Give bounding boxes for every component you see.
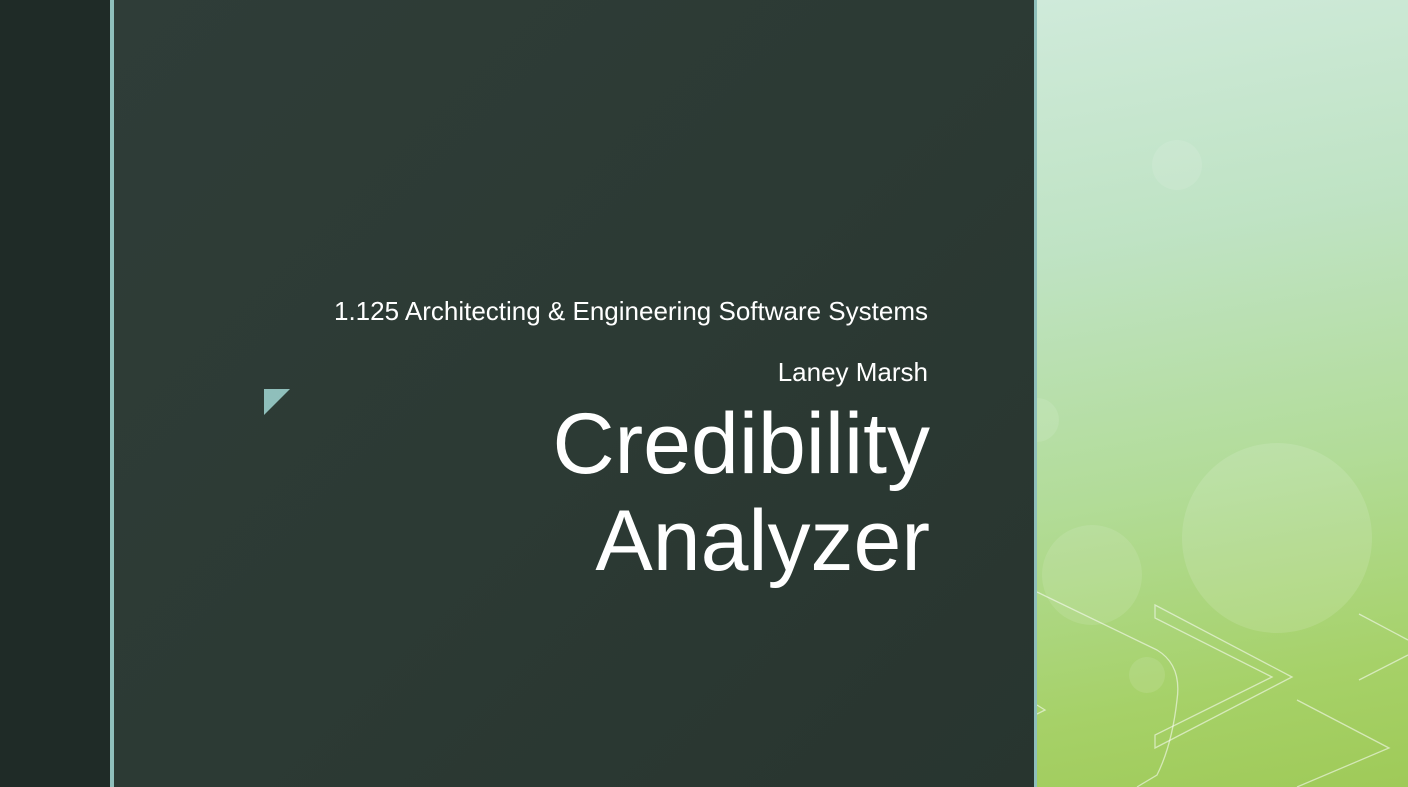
left-dark-strip <box>0 0 110 787</box>
slide: 1.125 Architecting & Engineering Softwar… <box>0 0 1408 787</box>
course-subtitle: 1.125 Architecting & Engineering Softwar… <box>334 296 928 326</box>
slide-title: Credibility Analyzer <box>410 396 930 590</box>
slide-title-line-2: Analyzer <box>595 493 930 589</box>
triangle-corner-icon <box>264 389 290 415</box>
main-panel <box>114 0 1034 787</box>
decorative-image-panel <box>1037 0 1408 787</box>
slide-title-line-1: Credibility <box>552 396 930 492</box>
author-name: Laney Marsh <box>777 357 928 387</box>
chevron-pattern-icon <box>1037 140 1408 787</box>
